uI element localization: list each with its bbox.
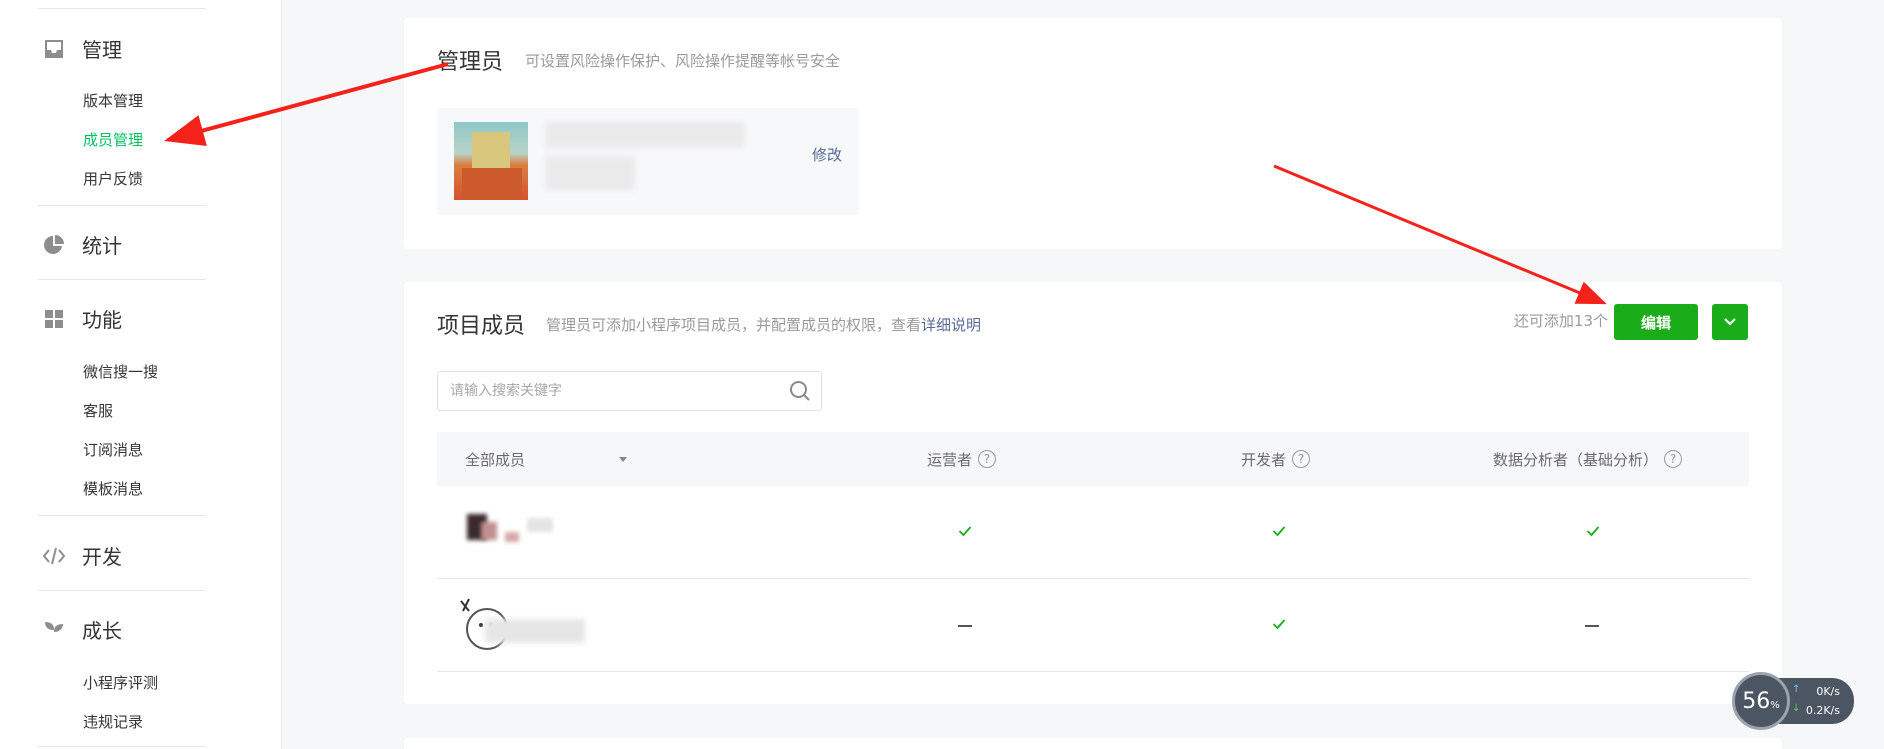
sidebar-item-user-feedback[interactable]: 用户反馈: [83, 168, 143, 189]
usage-percent: 56: [1742, 688, 1771, 714]
nav-group-stats[interactable]: 统计: [42, 230, 122, 259]
help-icon[interactable]: ?: [1292, 450, 1311, 468]
next-card: [404, 738, 1782, 749]
download-speed: 0.2K/s: [1805, 704, 1840, 717]
member-avatar: [467, 504, 553, 560]
divider: [38, 279, 206, 280]
download-arrow-icon: ↓: [1792, 703, 1801, 714]
table-row: [437, 579, 1749, 672]
members-description: 管理员可添加小程序项目成员，并配置成员的权限，查看详细说明: [546, 314, 981, 335]
divider: [38, 746, 206, 747]
edit-members-button[interactable]: 编辑: [1614, 304, 1698, 340]
column-developer: 开发者?: [1241, 432, 1311, 486]
admin-description: 可设置风险操作保护、风险操作提醒等帐号安全: [525, 52, 841, 70]
column-label: 全部成员: [465, 450, 526, 469]
avatar-body: [462, 168, 522, 200]
column-operator: 运营者?: [927, 432, 997, 486]
table-header: 全部成员 运营者? 开发者? 数据分析者（基础分析）?: [437, 432, 1749, 486]
table-row: [437, 486, 1749, 579]
check-icon: [1269, 615, 1289, 634]
search-icon[interactable]: [789, 380, 811, 406]
percent-sign: %: [1770, 699, 1780, 711]
members-card: 项目成员 管理员可添加小程序项目成员，并配置成员的权限，查看详细说明 还可添加1…: [404, 282, 1782, 704]
admin-avatar: [454, 122, 528, 200]
sidebar-item-violation-records[interactable]: 违规记录: [83, 711, 143, 732]
sidebar-item-wechat-search[interactable]: 微信搜一搜: [83, 361, 158, 382]
member-avatar: [457, 597, 585, 653]
filter-dropdown-caret[interactable]: [619, 457, 627, 462]
help-icon[interactable]: ?: [1664, 450, 1683, 468]
details-link[interactable]: 详细说明: [921, 316, 981, 334]
sidebar-item-subscription-messages[interactable]: 订阅消息: [83, 439, 143, 460]
sidebar-item-customer-service[interactable]: 客服: [83, 400, 113, 421]
nav-group-label: 开发: [82, 545, 122, 569]
blurred-admin-name: [545, 122, 745, 148]
dash-icon: [1585, 625, 1599, 627]
sprout-icon: [42, 618, 66, 642]
member-search: [437, 371, 822, 411]
inbox-icon: [42, 37, 66, 61]
admin-edit-link[interactable]: 修改: [812, 144, 842, 165]
upload-speed: 0K/s: [1816, 685, 1840, 698]
usage-ring: 56%: [1732, 672, 1790, 730]
blurred-admin-id: [545, 156, 635, 190]
column-label: 运营者: [927, 450, 973, 469]
network-speed-widget[interactable]: ↑ 0K/s ↓ 0.2K/s 56%: [1732, 672, 1854, 730]
check-icon: [1269, 522, 1289, 541]
search-input[interactable]: [450, 372, 770, 410]
admin-card: 管理员 可设置风险操作保护、风险操作提醒等帐号安全 修改: [404, 18, 1782, 249]
more-options-button[interactable]: [1712, 304, 1748, 340]
nav-group-label: 管理: [82, 38, 122, 62]
divider: [38, 590, 206, 591]
nav-group-label: 功能: [82, 308, 122, 332]
sidebar-item-template-messages[interactable]: 模板消息: [83, 478, 143, 499]
dash-icon: [958, 625, 972, 627]
code-icon: [42, 544, 66, 568]
sidebar-item-miniprogram-review[interactable]: 小程序评测: [83, 672, 158, 693]
sidebar: 管理 版本管理 成员管理 用户反馈 统计 功能 微信搜一搜 客服 订阅消息 模板…: [0, 0, 282, 749]
check-icon: [1583, 522, 1603, 541]
check-icon: [955, 522, 975, 541]
grid-icon: [42, 307, 66, 331]
admin-title: 管理员: [437, 50, 504, 75]
nav-group-manage[interactable]: 管理: [42, 34, 122, 63]
nav-group-label: 成长: [82, 619, 122, 643]
column-all-members[interactable]: 全部成员: [465, 432, 525, 486]
nav-group-features[interactable]: 功能: [42, 304, 122, 333]
members-table: 全部成员 运营者? 开发者? 数据分析者（基础分析）?: [437, 432, 1749, 672]
chevron-down-icon: [1723, 315, 1737, 330]
sidebar-item-member-management[interactable]: 成员管理: [83, 129, 143, 150]
upload-arrow-icon: ↑: [1792, 684, 1801, 695]
column-label: 开发者: [1241, 450, 1287, 469]
divider: [38, 205, 206, 206]
divider: [38, 8, 206, 9]
nav-group-label: 统计: [82, 234, 122, 258]
help-icon[interactable]: ?: [978, 450, 997, 468]
nav-group-development[interactable]: 开发: [42, 541, 122, 570]
admin-info-box: [437, 108, 859, 215]
members-title: 项目成员: [437, 314, 526, 339]
members-description-text: 管理员可添加小程序项目成员，并配置成员的权限，查看: [546, 316, 922, 334]
remaining-quota: 还可添加13个: [1513, 312, 1608, 330]
sidebar-item-version-management[interactable]: 版本管理: [83, 90, 143, 111]
column-label: 数据分析者（基础分析）: [1493, 450, 1659, 469]
column-data-analyst: 数据分析者（基础分析）?: [1493, 432, 1683, 486]
avatar-face: [472, 132, 510, 172]
nav-group-growth[interactable]: 成长: [42, 615, 122, 644]
pie-chart-icon: [42, 233, 66, 257]
divider: [38, 515, 206, 516]
